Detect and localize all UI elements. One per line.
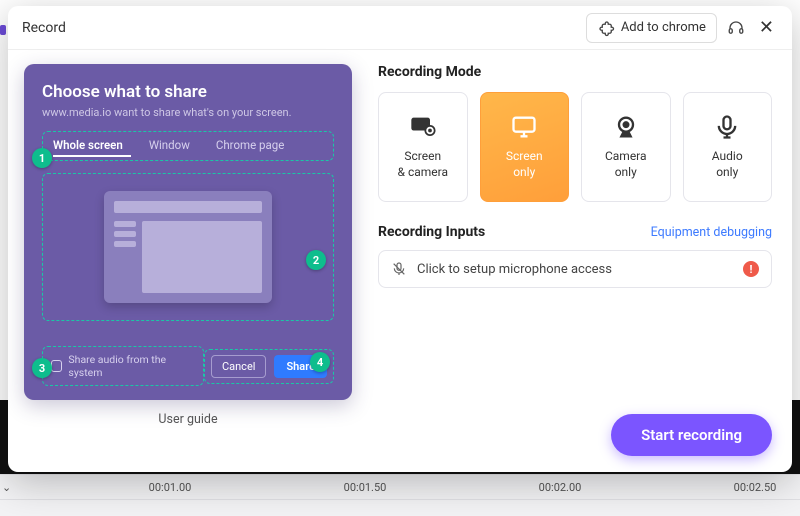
timeline-tick: 00:02.50	[734, 481, 777, 494]
step-badge-2: 2	[306, 250, 326, 270]
warning-icon: !	[743, 261, 759, 277]
share-subtitle: www.media.io want to share what's on you…	[42, 106, 334, 119]
modal-header: Record Add to chrome ✕	[8, 6, 792, 50]
step-badge-1: 1	[32, 148, 52, 168]
cancel-button[interactable]: Cancel	[211, 355, 266, 378]
timeline-tick: 00:01.50	[344, 481, 387, 494]
mode-screen-and-camera[interactable]: Screen& camera	[378, 92, 468, 202]
screen-camera-icon	[409, 113, 437, 141]
share-title: Choose what to share	[42, 82, 334, 102]
user-guide-label: User guide	[158, 412, 217, 427]
microphone-icon	[713, 113, 741, 141]
step-badge-3: 3	[32, 358, 52, 378]
share-audio-checkbox[interactable]: Share audio from the system	[42, 346, 204, 386]
share-dialog-preview: 1 2 3 4 Choose what to share www.media.i…	[24, 64, 352, 400]
modal-title: Record	[22, 20, 66, 36]
mode-camera-only[interactable]: Cameraonly	[581, 92, 671, 202]
mode-screen-only[interactable]: Screenonly	[480, 92, 570, 202]
mic-setup-text: Click to setup microphone access	[417, 262, 612, 277]
tab-window[interactable]: Window	[149, 138, 190, 152]
tab-chrome-page[interactable]: Chrome page	[216, 138, 284, 152]
microphone-setup-row[interactable]: Click to setup microphone access !	[378, 250, 772, 288]
timeline-tick: 00:01.00	[149, 481, 192, 494]
start-recording-button[interactable]: Start recording	[611, 414, 772, 456]
extension-icon	[597, 19, 615, 37]
step-badge-4: 4	[310, 352, 330, 372]
timeline-tick: 00:02.00	[539, 481, 582, 494]
record-modal: Record Add to chrome ✕ 1 2 3 4 Choose wh…	[8, 6, 792, 472]
share-tabs: Whole screen Window Chrome page	[42, 131, 334, 161]
recording-mode-heading: Recording Mode	[378, 64, 772, 80]
screen-preview[interactable]	[42, 173, 334, 321]
mode-audio-only[interactable]: Audioonly	[683, 92, 773, 202]
mic-muted-icon	[391, 261, 407, 277]
timeline-ruler[interactable]: ⌄ 00:01.00 00:01.50 00:02.00 00:02.50	[0, 474, 800, 516]
add-to-chrome-button[interactable]: Add to chrome	[586, 13, 717, 43]
tab-whole-screen[interactable]: Whole screen	[53, 138, 123, 152]
webcam-icon	[612, 113, 640, 141]
close-icon[interactable]: ✕	[755, 15, 778, 40]
equipment-debugging-link[interactable]: Equipment debugging	[651, 225, 772, 240]
window-mock-icon	[104, 191, 272, 303]
recording-inputs-heading: Recording Inputs	[378, 224, 485, 240]
screen-icon	[510, 113, 538, 141]
headset-icon[interactable]	[727, 19, 745, 37]
